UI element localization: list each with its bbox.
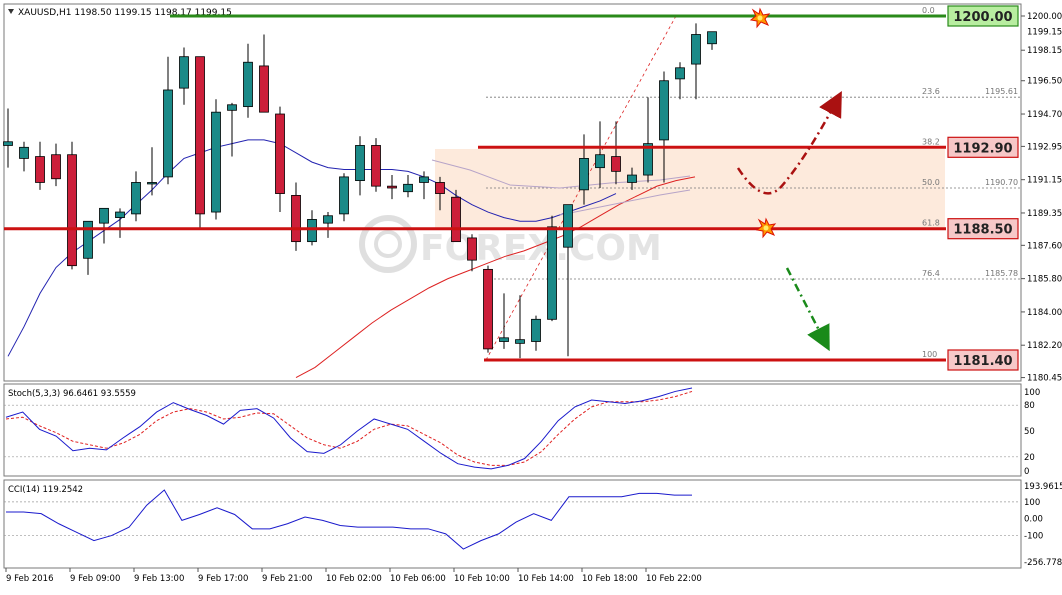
time-tick-label: 9 Feb 2016 — [6, 574, 54, 584]
cci-tick-label: 100 — [1024, 498, 1040, 508]
price-zone — [435, 149, 945, 229]
stoch-tick-label: 0 — [1024, 467, 1029, 477]
time-tick-label: 9 Feb 17:00 — [198, 574, 248, 584]
price-tick-label: 1191.15 — [1027, 176, 1062, 186]
candle-body — [275, 113, 285, 194]
candle-body — [195, 56, 205, 215]
stoch-label: Stoch(5,3,3) 96.6461 93.5559 — [8, 389, 136, 399]
price-tick-label: 1192.95 — [1027, 142, 1062, 152]
price-tick-label: 1189.35 — [1027, 209, 1062, 219]
candle-body — [579, 158, 589, 191]
cci-tick-label: 193.9615 — [1024, 482, 1062, 492]
level-label-text: 1188.50 — [953, 223, 1012, 238]
candle-body — [483, 268, 493, 350]
fib-level-percent: 61.8 — [922, 219, 940, 228]
cci-tick-label: 0.00 — [1024, 515, 1043, 525]
fib-level-percent: 23.6 — [922, 87, 940, 96]
candle-body — [467, 237, 477, 261]
candle-body — [99, 207, 109, 224]
candle-body — [51, 154, 61, 180]
fib-level-value: 1190.70 — [985, 178, 1018, 187]
candle-body — [611, 156, 621, 172]
candle-body — [147, 182, 157, 185]
time-tick-label: 10 Feb 06:00 — [390, 574, 446, 584]
candle-body — [515, 339, 525, 344]
candle-body — [131, 182, 141, 215]
level-label-text: 1200.00 — [953, 10, 1012, 25]
price-tick-label: 1198.15 — [1027, 46, 1062, 56]
candle-body — [291, 194, 301, 243]
stoch-tick-label: 100 — [1024, 388, 1040, 398]
fib-level-percent: 0.0 — [922, 6, 935, 15]
candle-body — [67, 154, 77, 267]
candle-body — [659, 80, 669, 141]
time-tick-label: 10 Feb 14:00 — [518, 574, 574, 584]
candle-body — [563, 204, 573, 248]
candle-body — [227, 104, 237, 111]
candle-body — [419, 176, 429, 183]
time-tick-label: 9 Feb 09:00 — [70, 574, 120, 584]
candle-body — [531, 318, 541, 342]
price-tick-label: 1185.80 — [1027, 275, 1062, 285]
fib-level-percent: 100 — [922, 350, 937, 359]
candle-body — [547, 226, 557, 320]
candle-body — [3, 141, 13, 146]
price-tick-label: 1180.45 — [1027, 374, 1062, 384]
cci-tick-label: -256.7782 — [1024, 558, 1062, 568]
fib-level-percent: 38.2 — [922, 137, 940, 146]
candle-body — [371, 145, 381, 187]
price-tick-label: 1194.70 — [1027, 110, 1062, 120]
candle-body — [691, 34, 701, 65]
candle-body — [163, 89, 173, 178]
price-tick-label: 1196.50 — [1027, 77, 1062, 87]
stoch-tick-label: 80 — [1024, 401, 1035, 411]
candle-body — [243, 61, 253, 108]
stoch-pane — [3, 383, 1022, 477]
candle-body — [19, 146, 29, 159]
time-tick-label: 10 Feb 10:00 — [454, 574, 510, 584]
price-tick-label: 1187.60 — [1027, 241, 1062, 251]
candle-body — [435, 182, 445, 194]
level-label-text: 1181.40 — [953, 354, 1012, 369]
cci-label: CCI(14) 119.2542 — [8, 485, 83, 495]
stoch-tick-label: 50 — [1024, 427, 1035, 437]
current-price-label: 1199.15 — [1027, 28, 1062, 38]
candle-body — [355, 145, 365, 182]
price-tick-label: 1200.00 — [1027, 12, 1062, 22]
time-tick-label: 9 Feb 21:00 — [262, 574, 312, 584]
candle-body — [403, 183, 413, 193]
candle-body — [83, 220, 93, 259]
candle-body — [259, 65, 269, 113]
fib-level-percent: 76.4 — [922, 269, 940, 278]
time-tick-label: 9 Feb 13:00 — [134, 574, 184, 584]
candle-body — [211, 111, 221, 213]
stoch-tick-label: 20 — [1024, 453, 1035, 463]
candle-body — [707, 31, 717, 45]
chart-canvas[interactable]: FOREX.COM XAUUSD,H1 1198.50 1199.15 1198… — [0, 0, 1062, 591]
level-label-text: 1192.90 — [953, 141, 1012, 156]
time-tick-label: 10 Feb 18:00 — [582, 574, 638, 584]
fib-level-value: 1185.78 — [985, 269, 1018, 278]
time-tick-label: 10 Feb 22:00 — [646, 574, 702, 584]
candle-body — [307, 219, 317, 243]
candle-body — [35, 156, 45, 183]
candle-body — [627, 174, 637, 183]
trading-chart-window: FOREX.COM XAUUSD,H1 1198.50 1199.15 1198… — [0, 0, 1062, 591]
fib-level-value: 1195.61 — [985, 87, 1018, 96]
price-tick-label: 1182.20 — [1027, 341, 1062, 351]
candle-body — [499, 337, 509, 342]
candle-body — [451, 196, 461, 243]
candle-body — [339, 176, 349, 215]
candle-body — [115, 211, 125, 218]
cci-tick-label: -100 — [1024, 532, 1043, 542]
candle-body — [179, 56, 189, 89]
price-tick-label: 1184.00 — [1027, 308, 1062, 318]
candle-body — [595, 154, 605, 169]
time-tick-label: 10 Feb 02:00 — [326, 574, 382, 584]
fib-level-percent: 50.0 — [922, 178, 940, 187]
candle-body — [387, 185, 397, 189]
candle-body — [323, 215, 333, 224]
candle-body — [675, 67, 685, 80]
